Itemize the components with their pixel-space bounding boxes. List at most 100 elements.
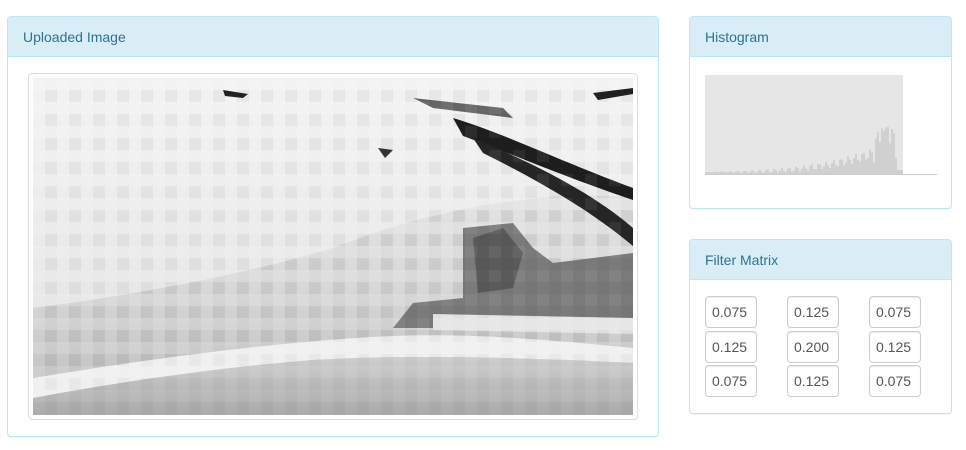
histogram-bar bbox=[819, 164, 821, 174]
histogram-bar bbox=[877, 132, 879, 174]
histogram-bar bbox=[739, 172, 741, 174]
histogram-bar bbox=[731, 172, 733, 174]
histogram-bar bbox=[747, 172, 749, 174]
histogram-bar bbox=[891, 128, 893, 174]
uploaded-image-heading: Uploaded Image bbox=[8, 17, 658, 57]
histogram-bar bbox=[901, 170, 903, 174]
filter-cell-r1c1[interactable] bbox=[705, 296, 757, 328]
filter-cell-r1c2[interactable] bbox=[787, 296, 839, 328]
histogram-bar bbox=[713, 171, 715, 174]
histogram-bar bbox=[865, 159, 867, 174]
histogram-bar bbox=[715, 171, 717, 174]
histogram-bar bbox=[863, 152, 865, 174]
histogram-bar bbox=[807, 170, 809, 174]
histogram-bar bbox=[851, 164, 853, 174]
histogram-bar bbox=[745, 171, 747, 174]
filter-cell-r1c3[interactable] bbox=[869, 296, 921, 328]
histogram-bar bbox=[869, 149, 871, 174]
histogram-bar bbox=[805, 168, 807, 174]
histogram-bar bbox=[879, 142, 881, 174]
histogram-bar bbox=[829, 168, 831, 174]
histogram-bar bbox=[729, 171, 731, 174]
histogram-bar bbox=[719, 172, 721, 174]
histogram-bar bbox=[743, 170, 745, 174]
histogram-bar bbox=[705, 172, 707, 174]
histogram-bar bbox=[783, 170, 785, 174]
histogram-bar bbox=[789, 167, 791, 174]
histogram-bar bbox=[845, 162, 847, 174]
histogram-bar bbox=[785, 172, 787, 174]
histogram-bar bbox=[849, 159, 851, 174]
histogram-bar bbox=[885, 127, 887, 174]
histogram-bar bbox=[765, 169, 767, 174]
histogram-bar bbox=[757, 171, 759, 174]
histogram-bar bbox=[857, 159, 859, 174]
filter-cell-r3c2[interactable] bbox=[787, 365, 839, 397]
histogram-bar bbox=[799, 171, 801, 174]
histogram-bar bbox=[889, 143, 891, 174]
histogram-bar bbox=[793, 170, 795, 174]
histogram-bar bbox=[733, 172, 735, 174]
histogram-bar bbox=[707, 171, 709, 174]
histogram-bar bbox=[841, 159, 843, 174]
histogram-bar bbox=[767, 169, 769, 174]
histogram-bar bbox=[867, 157, 869, 174]
histogram-bar bbox=[773, 168, 775, 174]
histogram-bar bbox=[855, 154, 857, 174]
histogram-bar bbox=[809, 166, 811, 174]
filter-cell-r2c1[interactable] bbox=[705, 331, 757, 363]
histogram-bar bbox=[791, 171, 793, 174]
histogram-bar bbox=[771, 171, 773, 174]
histogram-bar bbox=[801, 168, 803, 174]
histogram-bar bbox=[861, 153, 863, 174]
histogram-bar bbox=[815, 168, 817, 174]
uploaded-image-thumbnail[interactable] bbox=[28, 73, 638, 420]
filter-matrix-heading: Filter Matrix bbox=[690, 240, 951, 280]
filter-cell-r3c3[interactable] bbox=[869, 365, 921, 397]
histogram-panel: Histogram bbox=[689, 16, 952, 209]
histogram-bar bbox=[897, 170, 899, 174]
histogram-bar bbox=[711, 172, 713, 174]
histogram-bar bbox=[825, 161, 827, 174]
histogram-bar bbox=[741, 172, 743, 174]
histogram-chart bbox=[705, 75, 937, 182]
histogram-bar bbox=[887, 126, 889, 174]
histogram-bar bbox=[847, 156, 849, 174]
histogram-bar bbox=[751, 170, 753, 174]
histogram-bar bbox=[779, 170, 781, 174]
histogram-bar bbox=[853, 158, 855, 174]
histogram-bar bbox=[859, 161, 861, 174]
histogram-bar bbox=[775, 170, 777, 174]
histogram-bar bbox=[811, 164, 813, 174]
filter-cell-r2c2[interactable] bbox=[787, 331, 839, 363]
histogram-bar bbox=[827, 164, 829, 174]
histogram-bar bbox=[769, 172, 771, 174]
histogram-bar bbox=[895, 157, 897, 174]
uploaded-image-panel: Uploaded Image bbox=[7, 16, 659, 437]
histogram-bar bbox=[837, 165, 839, 174]
uploaded-image bbox=[33, 78, 633, 415]
histogram-bar bbox=[831, 162, 833, 174]
filter-cell-r2c3[interactable] bbox=[869, 331, 921, 363]
histogram-bar bbox=[749, 172, 751, 174]
filter-cell-r3c1[interactable] bbox=[705, 365, 757, 397]
histogram-bar bbox=[835, 165, 837, 174]
histogram-bar bbox=[737, 171, 739, 174]
histogram-bar bbox=[761, 172, 763, 174]
histogram-bar bbox=[727, 172, 729, 174]
histogram-bar bbox=[717, 172, 719, 174]
histogram-bar bbox=[821, 169, 823, 174]
histogram-bar bbox=[817, 163, 819, 174]
histogram-bar bbox=[725, 172, 727, 174]
histogram-bar bbox=[803, 165, 805, 174]
histogram-bar bbox=[787, 168, 789, 174]
histogram-bar bbox=[781, 167, 783, 174]
histogram-bar bbox=[871, 152, 873, 174]
histogram-bar bbox=[795, 166, 797, 174]
histogram-bar bbox=[763, 172, 765, 174]
histogram-bar bbox=[899, 170, 901, 174]
histogram-bar bbox=[721, 171, 723, 174]
histogram-bar bbox=[755, 173, 757, 174]
histogram-bar bbox=[709, 172, 711, 174]
histogram-bar bbox=[881, 128, 883, 174]
